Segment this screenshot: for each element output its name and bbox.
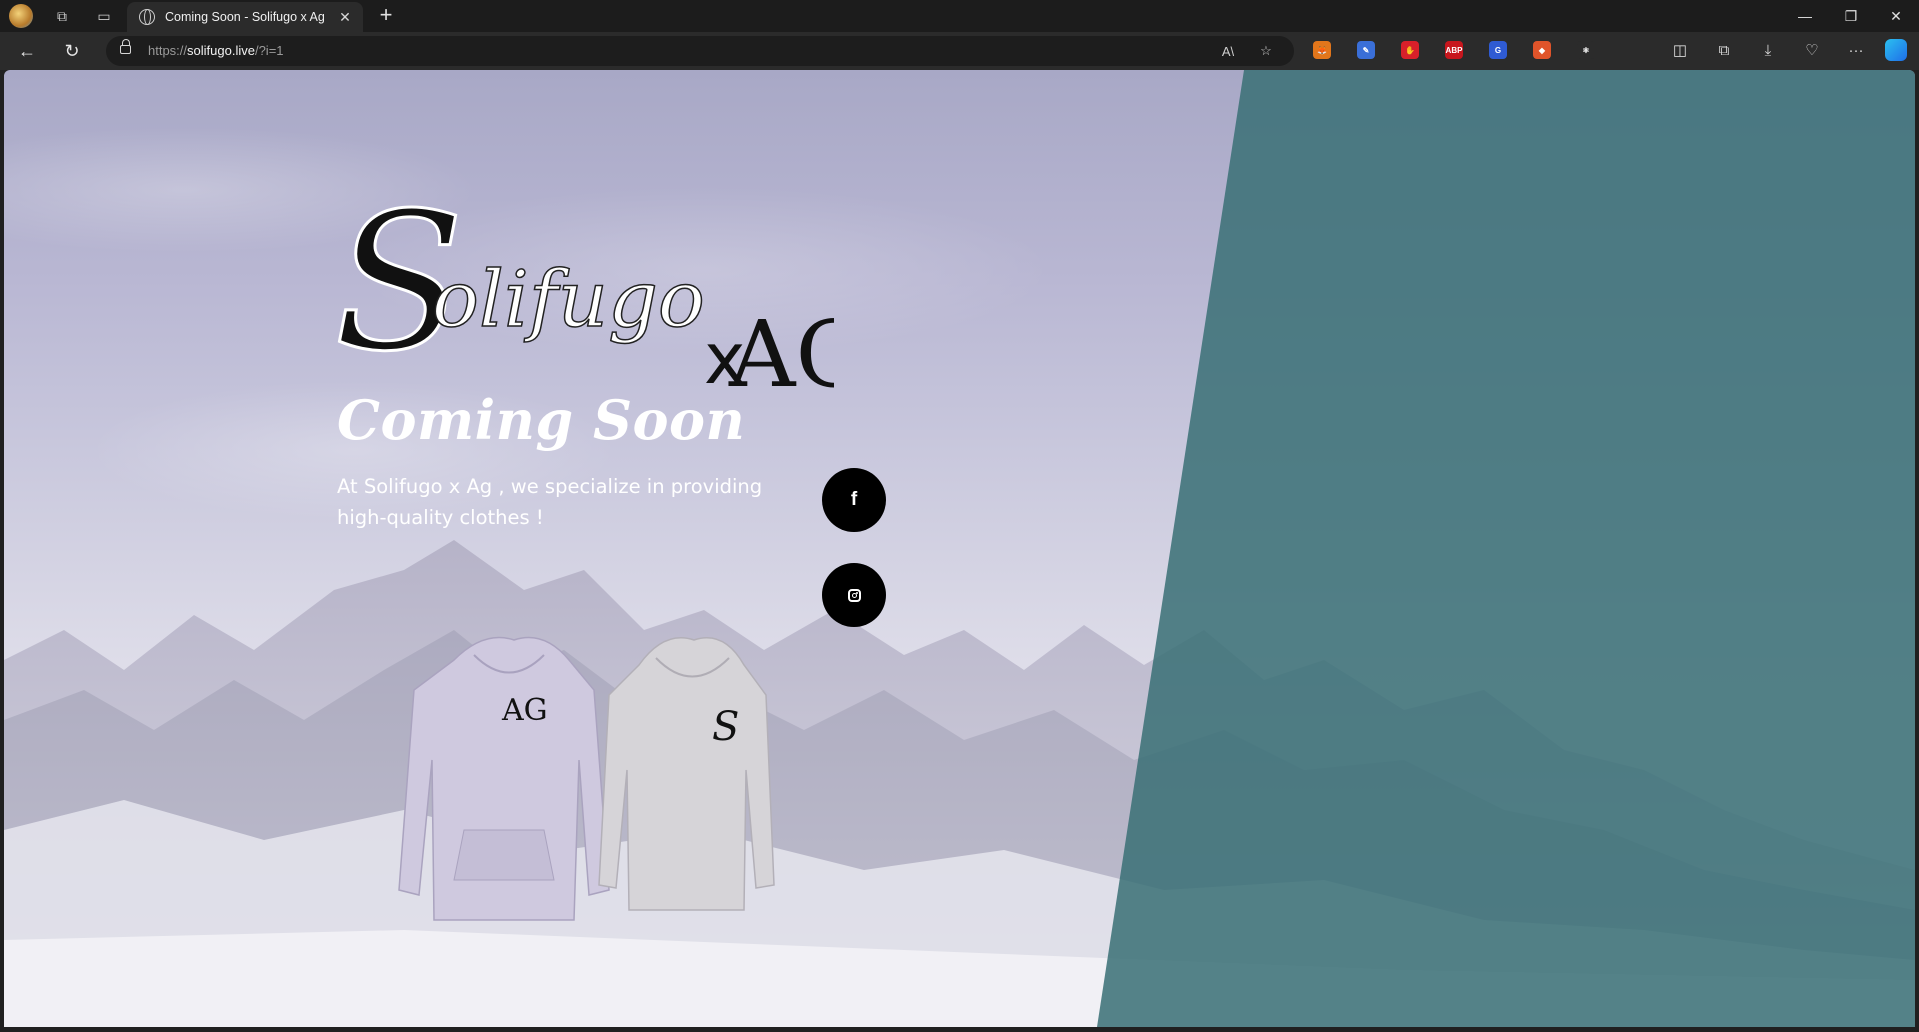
- copilot-icon[interactable]: [1885, 39, 1907, 61]
- restore-button[interactable]: ❐: [1828, 0, 1874, 32]
- tab-active[interactable]: Coming Soon - Solifugo x Ag ✕: [127, 2, 363, 32]
- vertical-tabs-icon[interactable]: ▭: [92, 4, 116, 28]
- facebook-icon: f: [850, 489, 858, 510]
- downloads-icon[interactable]: ⤓: [1757, 39, 1779, 61]
- instagram-button[interactable]: [822, 563, 886, 627]
- more-menu-icon[interactable]: ···: [1845, 39, 1867, 61]
- logo-ag-mark: AG: [728, 301, 834, 388]
- favorite-star-icon[interactable]: ☆: [1256, 41, 1276, 61]
- tagline: At Solifugo x Ag , we specialize in prov…: [337, 475, 763, 529]
- hoodie-ag-logo: AG: [501, 693, 548, 728]
- lock-icon[interactable]: [120, 39, 131, 54]
- red-hand-icon[interactable]: ✋: [1401, 41, 1419, 59]
- split-screen-icon[interactable]: ◫: [1669, 39, 1691, 61]
- instagram-icon: [847, 588, 861, 602]
- close-window-button[interactable]: ✕: [1873, 0, 1919, 32]
- logo-wordmark: olifugo: [432, 255, 705, 345]
- orange-gem-icon[interactable]: ◆: [1533, 41, 1551, 59]
- minimize-button[interactable]: —: [1782, 0, 1828, 32]
- react-devtools-icon[interactable]: ⚛: [1577, 41, 1595, 59]
- url-text[interactable]: https://solifugo.live/?i=1: [148, 43, 284, 58]
- page-title: Coming Soon: [337, 388, 746, 452]
- read-aloud-icon[interactable]: A\: [1218, 41, 1238, 61]
- tab-close-icon[interactable]: ✕: [335, 9, 355, 26]
- back-icon[interactable]: ←: [13, 37, 41, 65]
- browser-essentials-icon[interactable]: ♡: [1801, 39, 1823, 61]
- hoodie-s-logo: S: [712, 704, 739, 750]
- globe-icon: [139, 9, 155, 25]
- profile-avatar[interactable]: [9, 4, 33, 28]
- adblock-plus-icon[interactable]: ABP: [1445, 41, 1463, 59]
- metamask-fox-icon[interactable]: 🦊: [1313, 41, 1331, 59]
- collections-icon[interactable]: ⧉: [1713, 39, 1735, 61]
- landing-content: S olifugo x AG Coming Soon At Solifugo x…: [4, 70, 1915, 1027]
- toolbar: ← ↻ https://solifugo.live/?i=1 A\ ☆: [0, 32, 1919, 70]
- grammar-g-icon[interactable]: G: [1489, 41, 1507, 59]
- workspaces-icon[interactable]: ⧉: [50, 4, 74, 28]
- tab-title: Coming Soon - Solifugo x Ag: [165, 10, 325, 24]
- hoodie-product-image: AG S: [398, 636, 775, 921]
- pen-extension-icon[interactable]: ✎: [1357, 41, 1375, 59]
- page-viewport: S olifugo x AG Coming Soon At Solifugo x…: [4, 70, 1915, 1027]
- brand-logo: S olifugo x AG: [334, 171, 834, 389]
- facebook-button[interactable]: f: [822, 468, 886, 532]
- tab-strip: ⧉ ▭ Coming Soon - Solifugo x Ag ✕ + — ❐ …: [0, 0, 1919, 32]
- address-bar[interactable]: https://solifugo.live/?i=1 A\ ☆: [106, 36, 1294, 66]
- new-tab-button[interactable]: +: [373, 3, 399, 29]
- grey-hoodie: S: [598, 637, 775, 911]
- lavender-hoodie: AG: [398, 636, 610, 921]
- refresh-icon[interactable]: ↻: [58, 37, 86, 65]
- browser-window: ⧉ ▭ Coming Soon - Solifugo x Ag ✕ + — ❐ …: [0, 0, 1919, 1032]
